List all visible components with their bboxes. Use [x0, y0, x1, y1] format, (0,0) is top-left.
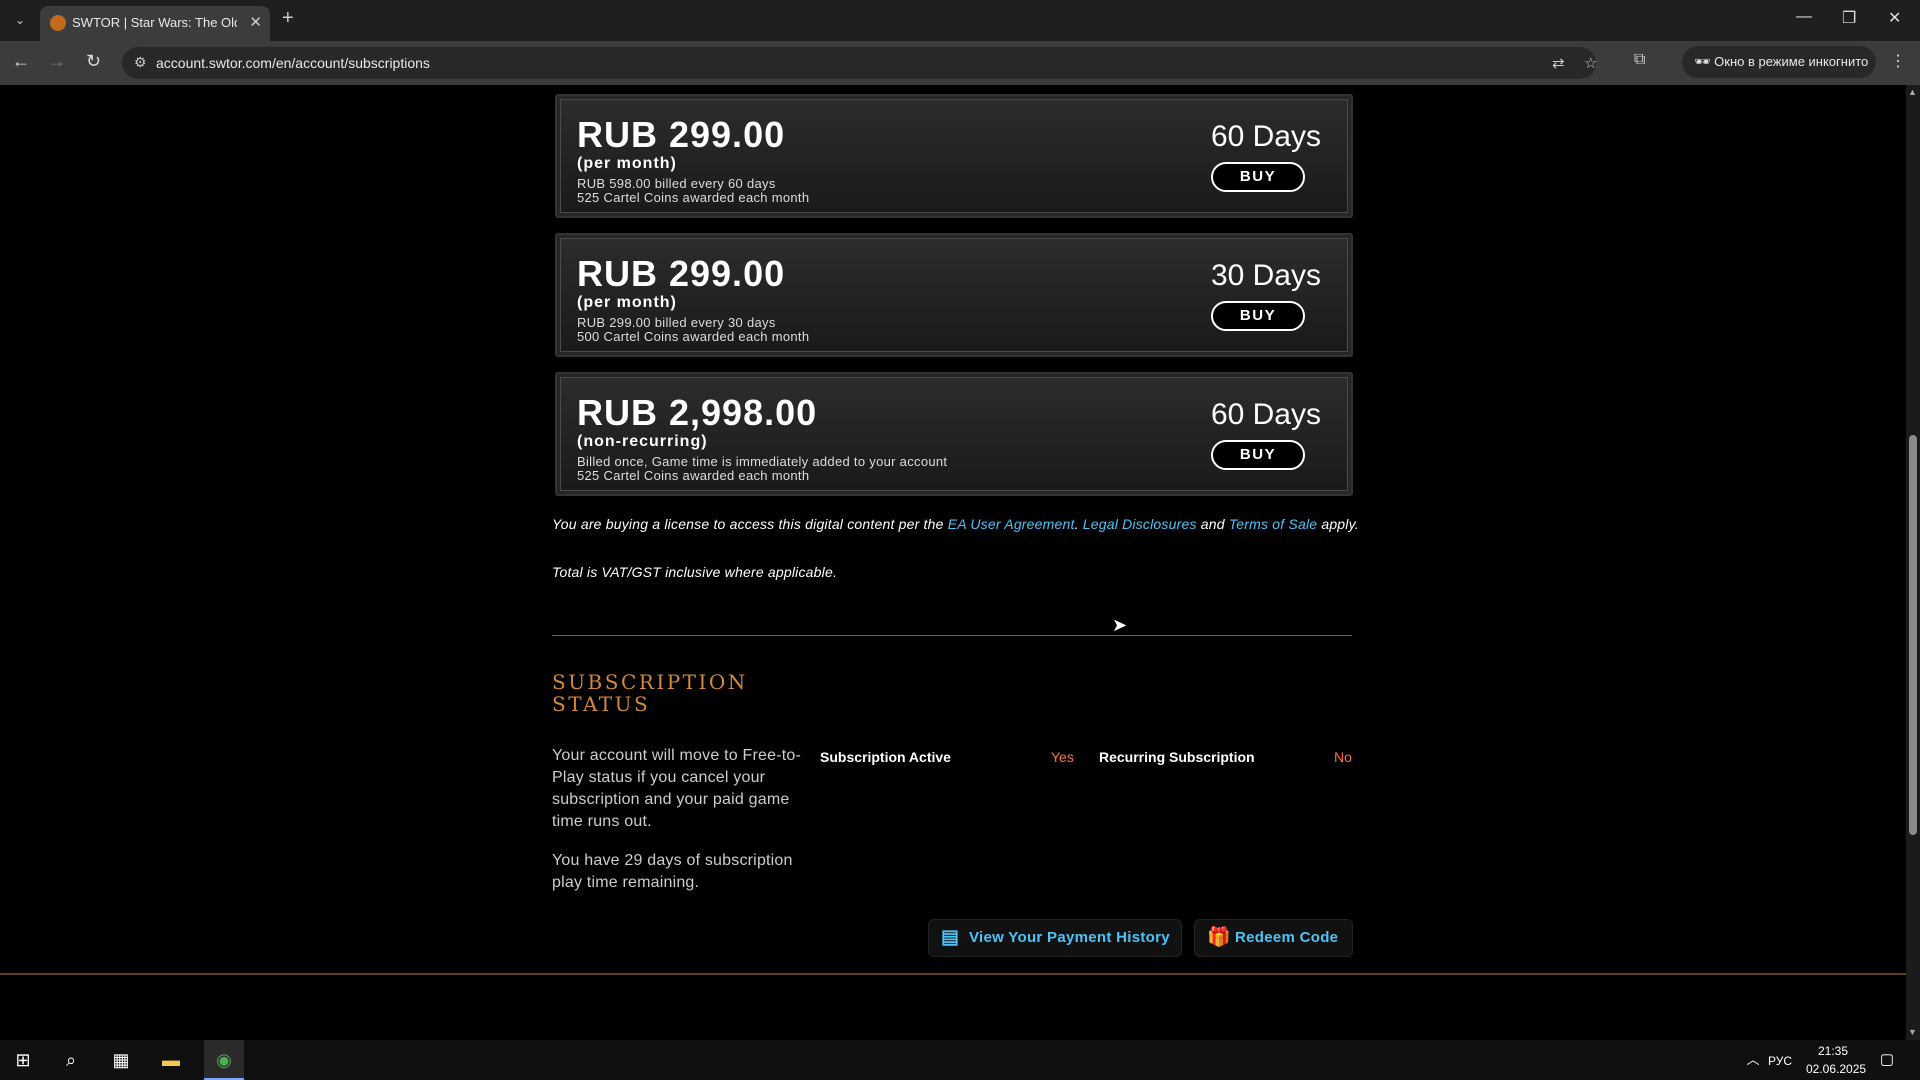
- license-sep: .: [1074, 516, 1083, 532]
- restore-icon[interactable]: ❐: [1842, 8, 1856, 28]
- redeem-code-button[interactable]: 🎁 Redeem Code: [1194, 919, 1353, 957]
- tab-close-icon[interactable]: ✕: [249, 13, 262, 31]
- extensions-icon[interactable]: ⧉: [1634, 51, 1645, 69]
- subscription-active-label: Subscription Active: [820, 749, 951, 765]
- plan-card: RUB 299.00 (per month) RUB 598.00 billed…: [555, 94, 1353, 218]
- plan-price: RUB 299.00: [577, 114, 786, 155]
- list-document-icon: ▤: [941, 927, 960, 948]
- plan-days: 30 Days: [1210, 259, 1321, 292]
- footer-divider: [0, 973, 1906, 975]
- plan-period: (per month): [577, 155, 677, 172]
- plan-billing: RUB 299.00 billed every 30 days: [577, 315, 776, 330]
- subscription-status-heading: SUBSCRIPTION STATUS: [552, 670, 748, 716]
- navigation-bar: ← → ↻ ⚙ account.swtor.com/en/account/sub…: [0, 41, 1920, 85]
- forward-arrow-icon[interactable]: →: [48, 51, 66, 72]
- plan-card-inner: RUB 2,998.00 (non-recurring) Billed once…: [560, 377, 1348, 491]
- tab-bar: ⌄ SWTOR | Star Wars: The Old Republic ✕ …: [0, 0, 1920, 41]
- plan-billing: RUB 598.00 billed every 60 days: [577, 176, 776, 191]
- incognito-badge[interactable]: 🕶 Окно в режиме инкогнито: [1682, 46, 1876, 78]
- buy-button[interactable]: BUY: [1211, 162, 1305, 192]
- plan-days: 60 Days: [1210, 398, 1321, 431]
- license-prefix: You are buying a license to access this …: [552, 516, 948, 532]
- buy-button[interactable]: BUY: [1211, 301, 1305, 331]
- url-text[interactable]: account.swtor.com/en/account/subscriptio…: [156, 55, 430, 71]
- swtor-favicon-icon: [50, 15, 66, 31]
- scroll-up-arrow-icon[interactable]: ▲: [1908, 87, 1917, 97]
- chrome-icon[interactable]: ◉: [211, 1048, 237, 1072]
- language-indicator[interactable]: РУС: [1768, 1054, 1792, 1068]
- notification-center-icon[interactable]: ▢: [1874, 1048, 1900, 1072]
- windows-taskbar: ⊞ ⌕ ▦ ▬ ◉ ︿ РУС 21:35 02.06.2025 ▢: [0, 1040, 1920, 1080]
- terms-of-sale-link[interactable]: Terms of Sale: [1229, 516, 1317, 532]
- reload-icon[interactable]: ↻: [86, 51, 101, 72]
- plan-period: (per month): [577, 294, 677, 311]
- subscription-active-value: Yes: [1051, 749, 1074, 765]
- license-notice: You are buying a license to access this …: [552, 516, 1362, 532]
- calculator-icon[interactable]: ▦: [108, 1048, 134, 1072]
- tab-search-chevron-icon[interactable]: ⌄: [6, 8, 34, 32]
- plan-coins: 500 Cartel Coins awarded each month: [577, 329, 810, 344]
- legal-disclosures-link[interactable]: Legal Disclosures: [1083, 516, 1197, 532]
- file-explorer-icon[interactable]: ▬: [158, 1048, 184, 1072]
- incognito-icon: 🕶: [1694, 54, 1711, 69]
- plan-coins: 525 Cartel Coins awarded each month: [577, 190, 810, 205]
- bookmark-star-icon[interactable]: ☆: [1584, 54, 1597, 72]
- recurring-subscription-value: No: [1334, 749, 1352, 765]
- address-bar[interactable]: ⚙ account.swtor.com/en/account/subscript…: [122, 47, 1597, 79]
- mouse-cursor-icon: ➤: [1112, 615, 1128, 635]
- section-divider: [552, 635, 1352, 636]
- plan-card: RUB 299.00 (per month) RUB 299.00 billed…: [555, 233, 1353, 357]
- plan-price: RUB 299.00: [577, 253, 786, 294]
- minimize-icon[interactable]: —: [1796, 8, 1812, 26]
- plan-card-inner: RUB 299.00 (per month) RUB 598.00 billed…: [560, 99, 1348, 213]
- browser-menu-icon[interactable]: ⋮: [1890, 51, 1906, 71]
- scroll-thumb[interactable]: [1909, 435, 1917, 835]
- browser-tab[interactable]: SWTOR | Star Wars: The Old Republic ✕: [40, 6, 270, 41]
- tab-title: SWTOR | Star Wars: The Old Republic: [72, 15, 237, 30]
- window-close-icon[interactable]: ✕: [1888, 8, 1901, 28]
- payment-history-label: View Your Payment History: [969, 929, 1170, 946]
- scroll-down-arrow-icon[interactable]: ▼: [1908, 1027, 1917, 1037]
- plan-card-inner: RUB 299.00 (per month) RUB 299.00 billed…: [560, 238, 1348, 352]
- license-suffix: apply.: [1317, 516, 1359, 532]
- plan-coins: 525 Cartel Coins awarded each month: [577, 468, 810, 483]
- windows-start-icon[interactable]: ⊞: [10, 1048, 36, 1072]
- vat-notice: Total is VAT/GST inclusive where applica…: [552, 564, 838, 580]
- incognito-label: Окно в режиме инкогнито: [1714, 54, 1869, 69]
- payment-history-button[interactable]: ▤ View Your Payment History: [928, 919, 1182, 957]
- plan-period: (non-recurring): [577, 433, 708, 450]
- gift-icon: 🎁: [1207, 927, 1231, 948]
- taskbar-search-icon[interactable]: ⌕: [58, 1048, 84, 1072]
- days-remaining-text: You have 29 days of subscription play ti…: [552, 852, 793, 891]
- tray-chevron-up-icon[interactable]: ︿: [1740, 1048, 1766, 1072]
- redeem-code-label: Redeem Code: [1235, 929, 1339, 946]
- back-arrow-icon[interactable]: ←: [12, 51, 30, 72]
- page-scrollbar[interactable]: ▲ ▼: [1906, 85, 1920, 1040]
- page-content: RUB 299.00 (per month) RUB 598.00 billed…: [0, 85, 1906, 1040]
- clock-time[interactable]: 21:35: [1818, 1044, 1848, 1058]
- translate-icon[interactable]: ⇄: [1552, 54, 1565, 72]
- plan-days: 60 Days: [1210, 120, 1321, 153]
- buy-button[interactable]: BUY: [1211, 440, 1305, 470]
- recurring-subscription-label: Recurring Subscription: [1099, 749, 1255, 765]
- ea-user-agreement-link[interactable]: EA User Agreement: [948, 516, 1075, 532]
- plan-card: RUB 2,998.00 (non-recurring) Billed once…: [555, 372, 1353, 496]
- license-and: and: [1196, 516, 1229, 532]
- plan-billing: Billed once, Game time is immediately ad…: [577, 454, 948, 469]
- plan-price: RUB 2,998.00: [577, 392, 818, 433]
- site-info-icon[interactable]: ⚙: [134, 54, 147, 71]
- new-tab-plus-icon[interactable]: +: [282, 7, 294, 30]
- clock-date[interactable]: 02.06.2025: [1806, 1062, 1866, 1076]
- free-to-play-notice: Your account will move to Free-to-Play s…: [552, 747, 801, 830]
